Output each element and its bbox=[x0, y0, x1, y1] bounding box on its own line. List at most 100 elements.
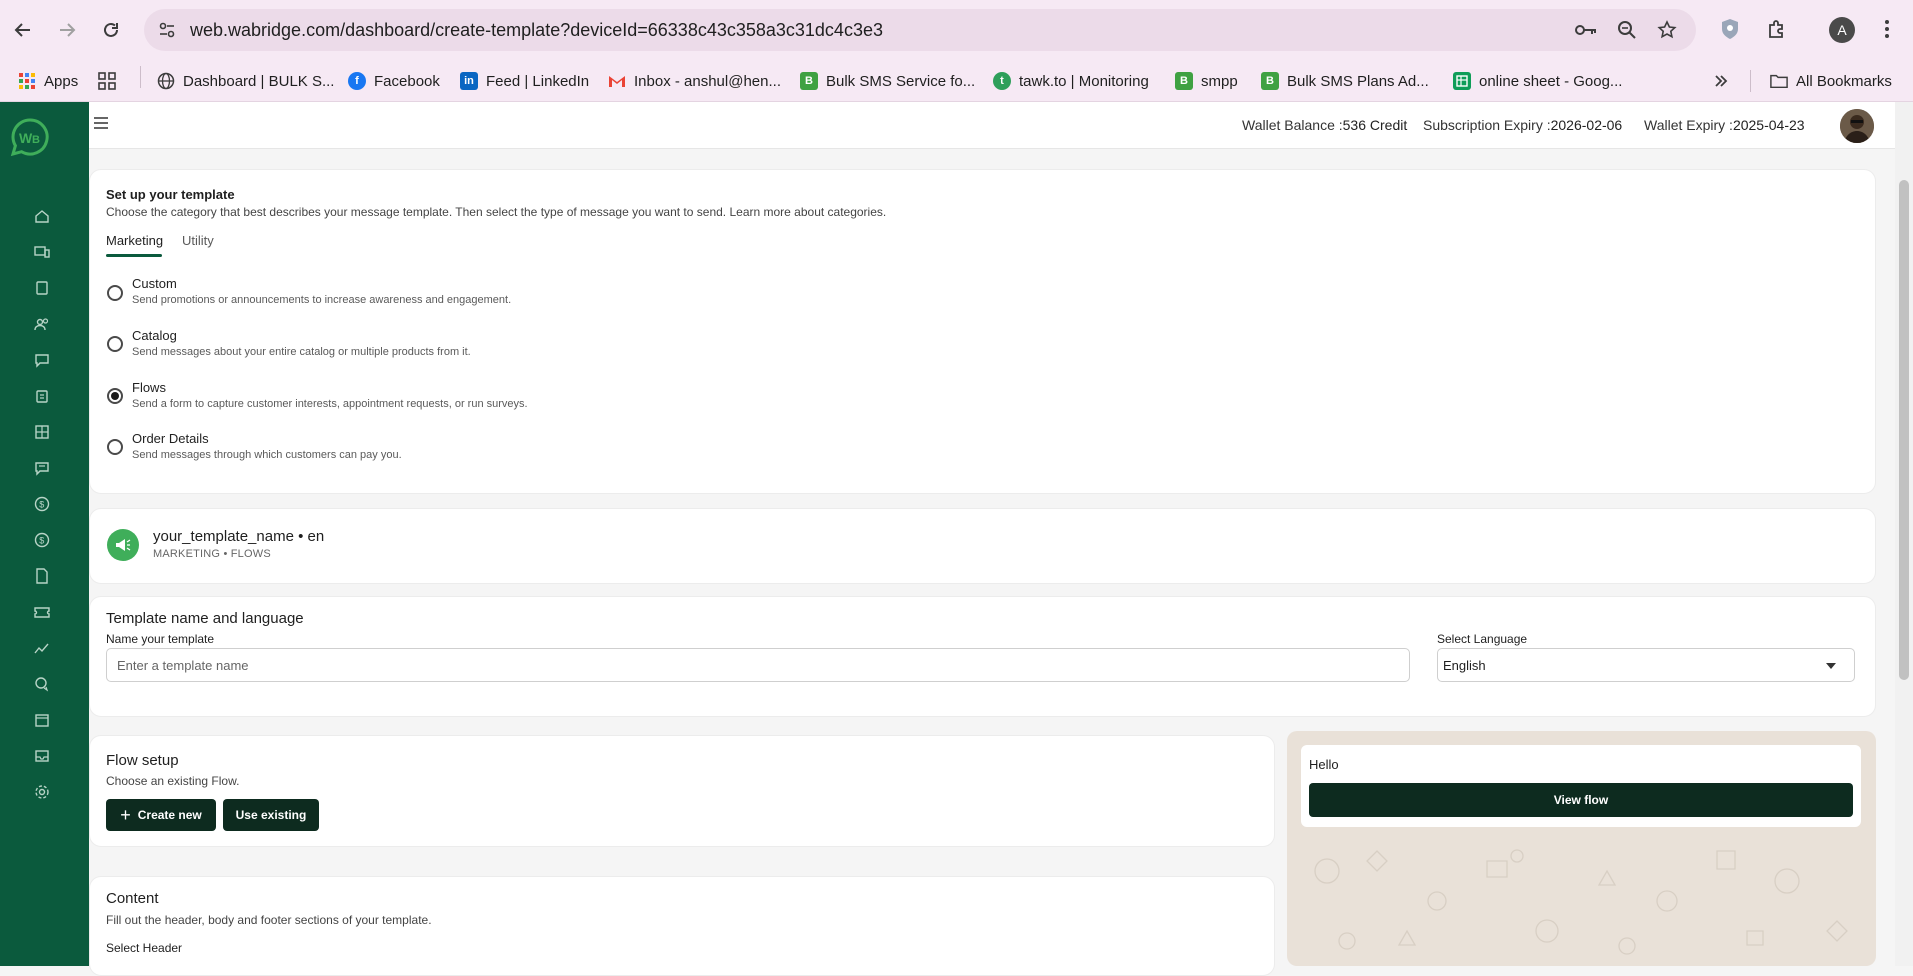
zoom-icon[interactable] bbox=[1615, 19, 1639, 41]
active-tab-indicator bbox=[106, 254, 162, 257]
bookmark-apps[interactable]: Apps bbox=[18, 69, 78, 93]
gmail-icon bbox=[608, 72, 626, 90]
reload-icon[interactable] bbox=[94, 14, 128, 46]
tab-marketing[interactable]: Marketing bbox=[106, 233, 163, 248]
template-name-label: Name your template bbox=[106, 632, 215, 646]
billing-icon[interactable]: $ bbox=[32, 530, 52, 550]
megaphone-icon bbox=[107, 529, 139, 561]
chevron-down-icon bbox=[1826, 663, 1836, 669]
browser-toolbar: web.wabridge.com/dashboard/create-templa… bbox=[0, 0, 1913, 60]
option-flows-desc: Send a form to capture customer interest… bbox=[132, 398, 528, 410]
message-preview: Hello View flow bbox=[1287, 731, 1876, 966]
subscription-expiry: Subscription Expiry :2026-02-06 bbox=[1423, 117, 1623, 133]
grid-icon[interactable] bbox=[32, 422, 52, 442]
template-name-display: your_template_name • en bbox=[153, 528, 325, 545]
use-existing-button[interactable]: Use existing bbox=[223, 799, 319, 831]
view-flow-button[interactable]: View flow bbox=[1309, 783, 1853, 817]
bookmark-gmail[interactable]: Inbox - anshul@hen... bbox=[608, 69, 781, 93]
bookmark-linkedin[interactable]: in Feed | LinkedIn bbox=[460, 69, 589, 93]
template-summary-card: your_template_name • en MARKETING • FLOW… bbox=[89, 508, 1876, 584]
tab-groups-icon[interactable] bbox=[98, 69, 116, 93]
radio-custom[interactable] bbox=[107, 285, 123, 301]
user-avatar[interactable] bbox=[1840, 109, 1874, 143]
template-category-display: MARKETING • FLOWS bbox=[153, 548, 271, 560]
extensions-icon[interactable] bbox=[1762, 14, 1792, 44]
bulksms-icon: B bbox=[1261, 72, 1279, 90]
wabridge-logo[interactable]: WB bbox=[10, 117, 50, 157]
url-text[interactable]: web.wabridge.com/dashboard/create-templa… bbox=[190, 20, 883, 41]
flow-setup-description: Choose an existing Flow. bbox=[106, 774, 240, 788]
app-header: Wallet Balance :536 Credit Subscription … bbox=[89, 102, 1913, 149]
facebook-icon: f bbox=[348, 72, 366, 90]
svg-text:B: B bbox=[32, 134, 40, 146]
language-select[interactable]: English bbox=[1437, 648, 1855, 682]
template-name-input[interactable] bbox=[106, 648, 1410, 682]
browser-menu-icon[interactable] bbox=[1872, 14, 1902, 44]
flow-setup-card: Flow setup Choose an existing Flow. + Cr… bbox=[89, 735, 1275, 847]
content-card: Content Fill out the header, body and fo… bbox=[89, 876, 1275, 976]
name-language-card: Template name and language Name your tem… bbox=[89, 596, 1876, 717]
dollar-icon[interactable]: $ bbox=[32, 494, 52, 514]
book-icon[interactable] bbox=[32, 278, 52, 298]
svg-text:$: $ bbox=[39, 500, 44, 510]
message-icon[interactable] bbox=[32, 350, 52, 370]
bulksms-icon: B bbox=[1175, 72, 1193, 90]
home-icon[interactable] bbox=[32, 206, 52, 226]
devices-icon[interactable] bbox=[32, 242, 52, 262]
tab-utility[interactable]: Utility bbox=[182, 233, 214, 248]
calendar-icon[interactable] bbox=[32, 710, 52, 730]
folder-icon bbox=[1770, 72, 1788, 90]
star-icon[interactable] bbox=[1655, 19, 1679, 41]
svg-text:$: $ bbox=[39, 536, 44, 546]
plus-icon: + bbox=[120, 805, 131, 825]
sheets-icon bbox=[1453, 72, 1471, 90]
site-info-icon[interactable] bbox=[158, 21, 176, 39]
more-bookmarks-icon[interactable] bbox=[1714, 69, 1728, 93]
bulksms-icon: B bbox=[800, 72, 818, 90]
clipboard-icon[interactable] bbox=[32, 386, 52, 406]
content-description: Fill out the header, body and footer sec… bbox=[106, 913, 432, 927]
address-bar[interactable]: web.wabridge.com/dashboard/create-templa… bbox=[144, 9, 1696, 51]
analytics-icon[interactable] bbox=[32, 638, 52, 658]
linkedin-icon: in bbox=[460, 72, 478, 90]
globe-icon bbox=[157, 72, 175, 90]
radio-flows[interactable] bbox=[107, 388, 123, 404]
option-catalog-label: Catalog bbox=[132, 328, 177, 343]
apps-grid-icon bbox=[18, 72, 36, 90]
main-content: Set up your template Choose the category… bbox=[89, 149, 1895, 976]
option-order-details-desc: Send messages through which customers ca… bbox=[132, 449, 402, 461]
forward-icon[interactable] bbox=[50, 14, 84, 46]
bookmark-bulk-sms-service[interactable]: B Bulk SMS Service fo... bbox=[800, 69, 975, 93]
chat-icon[interactable] bbox=[32, 458, 52, 478]
setup-title: Set up your template bbox=[106, 187, 235, 202]
hamburger-menu-icon[interactable] bbox=[93, 116, 109, 130]
bookmark-bulk-sms-plans[interactable]: B Bulk SMS Plans Ad... bbox=[1261, 69, 1429, 93]
bookmark-tawk[interactable]: t tawk.to | Monitoring bbox=[993, 69, 1149, 93]
bookmark-separator bbox=[140, 66, 141, 88]
bookmark-facebook[interactable]: f Facebook bbox=[348, 69, 440, 93]
conversations-icon[interactable] bbox=[32, 674, 52, 694]
setup-card: Set up your template Choose the category… bbox=[89, 169, 1876, 494]
select-language-label: Select Language bbox=[1437, 632, 1528, 646]
inbox-icon[interactable] bbox=[32, 746, 52, 766]
contacts-icon[interactable] bbox=[32, 314, 52, 334]
bookmark-dashboard[interactable]: Dashboard | BULK S... bbox=[157, 69, 334, 93]
all-bookmarks-folder[interactable]: All Bookmarks bbox=[1770, 69, 1892, 93]
bookmark-smpp[interactable]: B smpp bbox=[1175, 69, 1238, 93]
key-icon[interactable] bbox=[1574, 19, 1598, 41]
radio-catalog[interactable] bbox=[107, 336, 123, 352]
browser-profile-avatar[interactable]: A bbox=[1829, 17, 1855, 43]
content-title: Content bbox=[106, 890, 159, 907]
scrollbar-thumb[interactable] bbox=[1899, 180, 1909, 680]
shield-extension-icon[interactable] bbox=[1715, 14, 1745, 44]
language-select-value: English bbox=[1443, 658, 1486, 673]
page-scrollbar[interactable] bbox=[1895, 102, 1913, 966]
pdf-icon[interactable] bbox=[32, 566, 52, 586]
back-icon[interactable] bbox=[6, 14, 40, 46]
create-new-button[interactable]: + Create new bbox=[106, 799, 216, 831]
radio-order-details[interactable] bbox=[107, 439, 123, 455]
ticket-icon[interactable] bbox=[32, 602, 52, 622]
bookmark-online-sheet[interactable]: online sheet - Goog... bbox=[1453, 69, 1622, 93]
settings-icon[interactable] bbox=[32, 782, 52, 802]
svg-text:W: W bbox=[19, 130, 33, 146]
